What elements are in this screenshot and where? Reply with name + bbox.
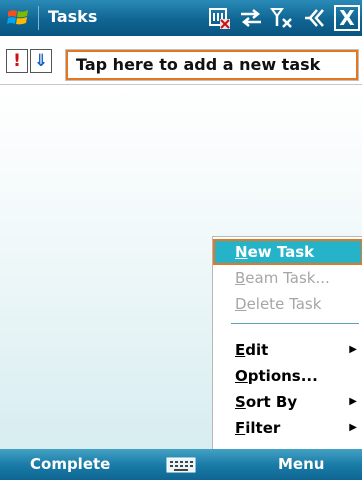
volume-icon[interactable]: [303, 6, 329, 30]
priority-high-button[interactable]: !: [6, 49, 28, 73]
submenu-arrow-icon: ▶: [349, 396, 357, 407]
page-title: Tasks: [48, 7, 98, 26]
submenu-arrow-icon: ▶: [349, 344, 357, 355]
priority-low-button[interactable]: ⇓: [30, 49, 52, 73]
menu-softkey[interactable]: Menu: [278, 455, 324, 473]
menu-item-label: Beam Task...: [235, 269, 330, 287]
connectivity-icon[interactable]: [238, 6, 264, 30]
new-task-input[interactable]: Tap here to add a new task: [65, 49, 359, 81]
new-task-entry-row: ! ⇓ Tap here to add a new task: [0, 37, 362, 85]
menu-separator: [231, 323, 359, 324]
menu-item-label: Edit: [235, 341, 269, 359]
close-icon: X: [339, 6, 355, 30]
windows-start-icon[interactable]: [6, 5, 32, 31]
submenu-arrow-icon: ▶: [349, 422, 357, 433]
softkey-bar: Complete Menu: [0, 449, 362, 480]
menu-item-delete-task: Delete Task: [213, 291, 362, 317]
menu-item-sort-by[interactable]: Sort By ▶: [213, 389, 362, 415]
menu-item-new-task[interactable]: New Task: [213, 239, 362, 265]
popup-menu: New Task Beam Task... Delete Task Edit ▶…: [212, 236, 362, 450]
complete-softkey[interactable]: Complete: [30, 455, 110, 473]
signal-off-icon[interactable]: [270, 6, 296, 30]
menu-item-label: Delete Task: [235, 295, 322, 313]
menu-item-label: Sort By: [235, 393, 298, 411]
menu-item-label: New Task: [235, 243, 315, 261]
menu-item-options[interactable]: Options...: [213, 363, 362, 389]
menu-item-label: Filter: [235, 419, 281, 437]
menu-item-edit[interactable]: Edit ▶: [213, 337, 362, 363]
title-separator: [38, 6, 39, 30]
close-button[interactable]: X: [334, 5, 360, 31]
title-bar: Tasks X: [0, 0, 362, 36]
menu-item-filter[interactable]: Filter ▶: [213, 415, 362, 441]
keyboard-icon[interactable]: [166, 457, 196, 473]
memory-card-icon[interactable]: [207, 6, 231, 30]
menu-item-label: Options...: [235, 367, 318, 385]
menu-item-beam-task: Beam Task...: [213, 265, 362, 291]
